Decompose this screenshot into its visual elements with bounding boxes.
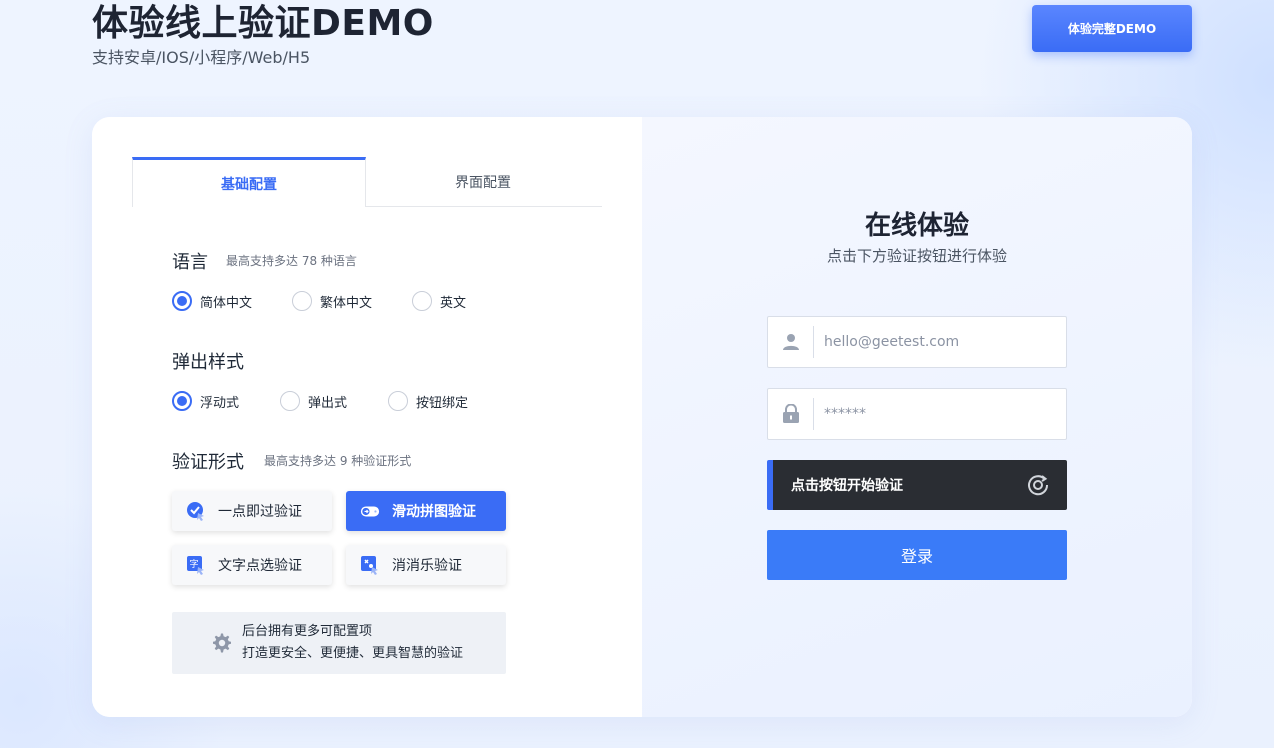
radio-checked-icon — [172, 391, 192, 411]
page-title: 体验线上验证DEMO — [92, 3, 434, 44]
username-input[interactable] — [824, 334, 1054, 350]
radio-unchecked-icon — [292, 291, 313, 311]
radio-label: 英文 — [440, 295, 467, 311]
radio-label: 简体中文 — [200, 295, 253, 311]
login-button[interactable]: 登录 — [767, 530, 1067, 580]
radio-label: 繁体中文 — [320, 295, 373, 311]
config-tabs: 基础配置 界面配置 — [132, 157, 602, 207]
more-config-line1: 后台拥有更多可配置项 — [242, 624, 373, 639]
page-subtitle: 支持安卓/IOS/小程序/Web/H5 — [92, 48, 311, 67]
radio-english[interactable]: 英文 — [412, 291, 466, 311]
language-note: 最高支持多达 78 种语言 — [226, 254, 357, 268]
radio-label: 弹出式 — [308, 395, 348, 411]
language-title: 语言 — [172, 252, 208, 273]
radio-unchecked-icon — [388, 391, 409, 411]
lock-icon — [768, 398, 814, 430]
verify-match-game-button[interactable]: 消消乐验证 — [346, 545, 506, 585]
radio-unchecked-icon — [412, 291, 433, 311]
popup-style-title: 弹出样式 — [172, 352, 244, 373]
radio-float[interactable]: 浮动式 — [172, 391, 239, 411]
language-options: 简体中文 繁体中文 英文 — [172, 290, 506, 312]
more-config-line2: 打造更安全、更便捷、更具智慧的验证 — [242, 646, 464, 661]
online-experience-panel: 在线体验 点击下方验证按钮进行体验 点击按钮开始验证 — [642, 117, 1192, 717]
verify-text-select-button[interactable]: 字 文字点选验证 — [172, 545, 332, 585]
username-field — [767, 316, 1067, 368]
radio-traditional-chinese[interactable]: 繁体中文 — [292, 291, 372, 311]
radio-checked-icon — [172, 291, 192, 311]
online-title: 在线体验 — [864, 211, 969, 241]
radio-popup[interactable]: 弹出式 — [280, 391, 347, 411]
gear-icon — [213, 633, 231, 653]
captcha-label: 点击按钮开始验证 — [791, 478, 903, 494]
start-captcha-button[interactable]: 点击按钮开始验证 — [767, 460, 1067, 510]
demo-card: 基础配置 界面配置 语言 最高支持多达 78 种语言 简体中文 繁体中文 英文 … — [92, 117, 1192, 717]
verify-option-label: 一点即过验证 — [218, 504, 302, 520]
radio-unchecked-icon — [280, 391, 301, 411]
tab-basic-config[interactable]: 基础配置 — [132, 157, 366, 207]
refresh-circle-icon — [1028, 475, 1049, 496]
verify-option-label: 消消乐验证 — [392, 558, 462, 574]
click-check-icon — [187, 502, 204, 521]
svg-text:字: 字 — [190, 558, 199, 570]
verify-form-note: 最高支持多达 9 种验证形式 — [264, 454, 412, 468]
config-panel: 基础配置 界面配置 语言 最高支持多达 78 种语言 简体中文 繁体中文 英文 … — [92, 117, 642, 717]
radio-button-bind[interactable]: 按钮绑定 — [388, 391, 468, 411]
full-demo-button[interactable]: 体验完整DEMO — [1032, 5, 1192, 52]
user-icon — [768, 326, 814, 358]
password-field — [767, 388, 1067, 440]
radio-simplified-chinese[interactable]: 简体中文 — [172, 291, 252, 311]
tab-ui-config[interactable]: 界面配置 — [366, 157, 600, 207]
verify-slide-puzzle-button[interactable]: 滑动拼图验证 — [346, 491, 506, 531]
match-game-icon — [361, 556, 378, 575]
verify-form-title: 验证形式 — [172, 452, 244, 473]
more-config-box: 后台拥有更多可配置项 打造更安全、更便捷、更具智慧的验证 — [172, 612, 506, 674]
text-select-icon: 字 — [187, 556, 204, 575]
verify-one-click-button[interactable]: 一点即过验证 — [172, 491, 332, 531]
slide-puzzle-icon — [360, 506, 380, 517]
popup-style-options: 浮动式 弹出式 按钮绑定 — [172, 390, 508, 412]
radio-label: 浮动式 — [200, 395, 240, 411]
more-config-text: 后台拥有更多可配置项 打造更安全、更便捷、更具智慧的验证 — [242, 621, 463, 665]
password-input[interactable] — [824, 406, 1054, 422]
online-subtitle: 点击下方验证按钮进行体验 — [826, 247, 1007, 265]
radio-label: 按钮绑定 — [416, 395, 469, 411]
verify-option-label: 滑动拼图验证 — [392, 504, 476, 520]
verify-option-label: 文字点选验证 — [218, 558, 302, 574]
